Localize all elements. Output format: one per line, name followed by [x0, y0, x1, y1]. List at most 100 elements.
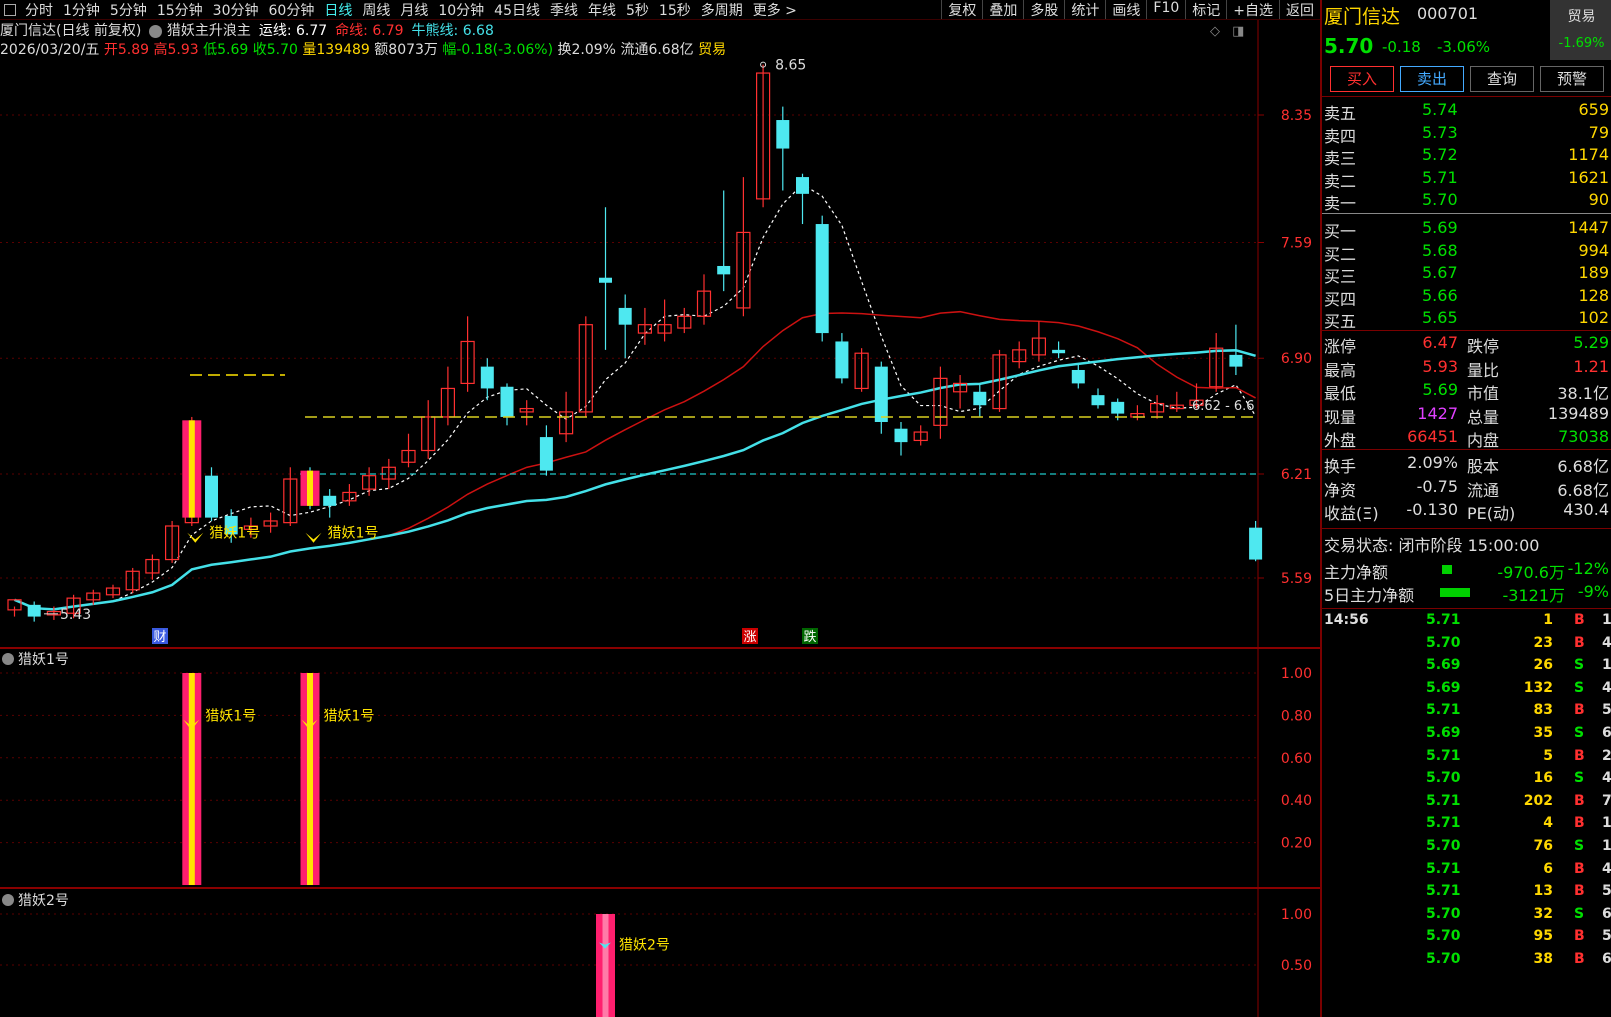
candle-body	[539, 437, 553, 471]
candle[interactable]	[913, 425, 928, 446]
tick-volume: 202	[1523, 792, 1553, 809]
candle[interactable]	[342, 484, 357, 506]
tick-count: 5	[1602, 883, 1611, 900]
candle[interactable]	[500, 383, 514, 426]
alert-button[interactable]: 预警	[1540, 66, 1604, 92]
tick-count: 10	[1602, 657, 1611, 674]
candle[interactable]	[539, 425, 553, 476]
event-badge-1[interactable]: 涨	[743, 630, 756, 645]
bid-row[interactable]: 买二 5.68 994	[1322, 241, 1611, 264]
event-badge-2[interactable]: 跌	[803, 629, 816, 645]
signal-bar-core	[307, 673, 313, 885]
candle[interactable]	[677, 307, 692, 334]
ask-row[interactable]: 卖四 5.73 79	[1322, 123, 1611, 146]
candle[interactable]	[1169, 391, 1184, 412]
tick-volume: 35	[1533, 725, 1553, 741]
candle[interactable]	[421, 400, 436, 459]
candle[interactable]	[1091, 388, 1105, 409]
candle[interactable]	[125, 567, 140, 594]
candle[interactable]	[755, 64, 771, 208]
candle[interactable]	[874, 361, 888, 434]
chevron-down-icon[interactable]	[2, 653, 14, 665]
tick-count: 4	[1602, 634, 1611, 651]
signal-label: 猎妖1号	[209, 526, 260, 542]
candle[interactable]	[696, 274, 712, 325]
candle[interactable]	[1149, 395, 1165, 419]
candle[interactable]	[362, 467, 377, 496]
stat-value: 2.09%	[1407, 453, 1458, 472]
butterfly-icon	[187, 532, 204, 543]
candle[interactable]	[519, 400, 534, 426]
stat-label: 收益(Ξ)	[1324, 504, 1379, 523]
ob-label: 买三	[1324, 267, 1357, 287]
y-tick-label: 5.59	[1281, 571, 1312, 587]
bid-row[interactable]: 买四 5.66 128	[1322, 286, 1611, 309]
tick-row: 14:56 5.71 1 B 1	[1322, 612, 1611, 634]
candle[interactable]	[618, 294, 632, 359]
candle[interactable]	[27, 601, 41, 622]
ob-price: 5.65	[1422, 308, 1458, 328]
bid-row[interactable]: 买三 5.67 189	[1322, 263, 1611, 287]
tick-volume: 13	[1533, 883, 1553, 900]
ask-row[interactable]: 卖五 5.74 659	[1322, 100, 1611, 123]
candle[interactable]	[1130, 405, 1145, 421]
candle[interactable]	[599, 207, 612, 350]
candle[interactable]	[1071, 364, 1085, 389]
kline-chart[interactable]: 猎妖1号 猎妖1号8.655.436.62 - 6.6财涨跌 8.357.596.…	[0, 0, 1320, 1017]
tick-count: 6	[1602, 951, 1611, 967]
ask-row[interactable]: 卖三 5.72 1174	[1322, 145, 1611, 168]
candle-body	[796, 177, 809, 194]
ask-row[interactable]: 卖一 5.70 90	[1322, 190, 1611, 213]
candle[interactable]	[796, 173, 809, 225]
candle[interactable]	[973, 383, 987, 417]
low-label: 5.43	[60, 607, 91, 623]
stock-name[interactable]: 厦门信达	[1324, 2, 1400, 29]
candle[interactable]	[1012, 341, 1027, 369]
candle[interactable]	[401, 433, 416, 468]
buy-button[interactable]: 买入	[1330, 66, 1394, 92]
candle[interactable]	[1209, 333, 1224, 392]
tick-direction: B	[1574, 792, 1585, 809]
candle[interactable]	[894, 421, 908, 456]
tick-count: 1	[1602, 815, 1611, 832]
candle[interactable]	[815, 215, 829, 342]
stat-row: 换手 2.09% 股本 6.68亿	[1322, 453, 1611, 476]
bid-row[interactable]: 买五 5.65 102	[1322, 308, 1611, 331]
candle[interactable]	[283, 467, 298, 526]
candle[interactable]	[165, 520, 180, 563]
candle[interactable]	[637, 307, 653, 345]
candle[interactable]	[776, 106, 790, 191]
candle[interactable]	[854, 348, 869, 392]
candle[interactable]	[263, 512, 278, 533]
sell-button[interactable]: 卖出	[1400, 66, 1464, 92]
stat-value: 5.93	[1422, 356, 1458, 376]
bid-row[interactable]: 买一 5.69 1447	[1322, 218, 1611, 241]
candle[interactable]	[205, 467, 218, 521]
candle[interactable]	[717, 190, 731, 292]
candle[interactable]	[1052, 341, 1066, 359]
ob-volume: 102	[1578, 308, 1609, 328]
candle[interactable]	[480, 358, 494, 401]
candle[interactable]	[952, 375, 968, 409]
flow-bar	[1442, 565, 1452, 574]
candle[interactable]	[736, 177, 751, 317]
candle[interactable]	[1249, 520, 1263, 562]
tick-price: 5.69	[1426, 657, 1461, 674]
ask-row[interactable]: 卖二 5.71 1621	[1322, 168, 1611, 191]
candle[interactable]	[460, 316, 475, 392]
candle[interactable]	[933, 366, 948, 439]
event-badge-0[interactable]: 财	[153, 630, 166, 645]
candle[interactable]	[578, 316, 593, 417]
tick-row: 5.71 5 B 2	[1322, 748, 1611, 770]
stat-value: 38.1亿	[1557, 384, 1609, 403]
stat-label: 内盘	[1467, 431, 1500, 450]
tick-row: 5.71 13 B 5	[1322, 883, 1611, 905]
candle[interactable]	[835, 333, 849, 384]
chevron-down-icon[interactable]	[2, 894, 14, 906]
candle[interactable]	[105, 584, 121, 599]
sector-box[interactable]: 贸易 -1.69%	[1550, 0, 1611, 60]
candle[interactable]	[1031, 321, 1047, 362]
candle[interactable]	[323, 489, 337, 518]
query-button[interactable]: 查询	[1470, 66, 1534, 92]
candle[interactable]	[145, 554, 160, 580]
